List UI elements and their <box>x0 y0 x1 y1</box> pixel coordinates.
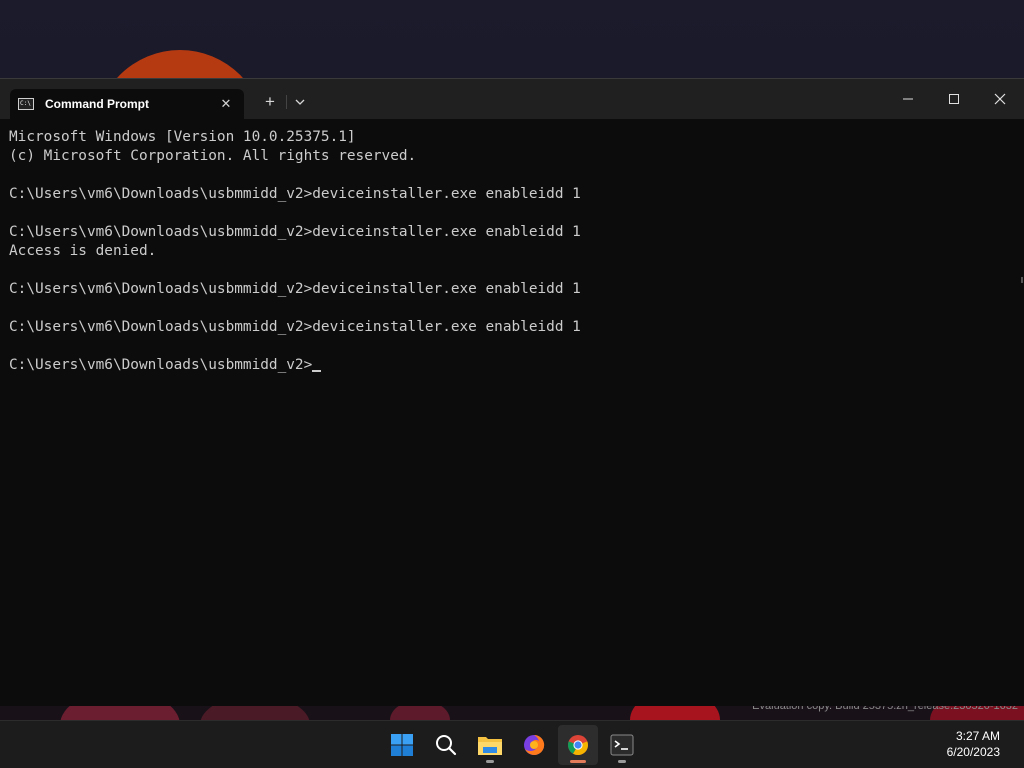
console-line: Access is denied. <box>9 243 157 259</box>
taskbar: 3:27 AM 6/20/2023 <box>0 720 1024 768</box>
search-icon <box>436 735 457 756</box>
terminal-window[interactable]: C:\ Command Prompt ✕ + Microsoft Windows… <box>0 78 1024 706</box>
tab-close-icon[interactable]: ✕ <box>216 96 236 112</box>
console-prompt: C:\Users\vm6\Downloads\usbmmidd_v2> <box>9 357 313 373</box>
terminal-button[interactable] <box>602 725 642 765</box>
running-indicator <box>486 760 494 763</box>
clock-date: 6/20/2023 <box>946 745 1000 759</box>
maximize-button[interactable] <box>931 79 977 119</box>
console-line: Microsoft Windows [Version 10.0.25375.1] <box>9 129 356 145</box>
title-bar[interactable]: C:\ Command Prompt ✕ + <box>0 79 1024 119</box>
active-indicator <box>570 760 586 763</box>
new-tab-button[interactable]: + <box>258 91 282 113</box>
running-indicator <box>618 760 626 763</box>
start-button[interactable] <box>382 725 422 765</box>
firefox-icon <box>524 734 545 755</box>
system-clock[interactable]: 3:27 AM 6/20/2023 <box>947 728 1000 760</box>
clock-time: 3:27 AM <box>955 729 1000 743</box>
tab-title: Command Prompt <box>45 97 150 111</box>
scrollbar[interactable] <box>1021 277 1023 283</box>
firefox-button[interactable] <box>514 725 554 765</box>
console-line: C:\Users\vm6\Downloads\usbmmidd_v2>devic… <box>9 224 581 240</box>
console-line: C:\Users\vm6\Downloads\usbmmidd_v2>devic… <box>9 186 581 202</box>
console-prompt-line[interactable]: C:\Users\vm6\Downloads\usbmmidd_v2> <box>9 356 1014 375</box>
chrome-button[interactable] <box>558 725 598 765</box>
console-line: C:\Users\vm6\Downloads\usbmmidd_v2>devic… <box>9 319 581 335</box>
start-icon <box>391 734 413 756</box>
text-cursor <box>312 370 322 372</box>
search-button[interactable] <box>426 725 466 765</box>
chevron-down-icon <box>295 99 305 105</box>
minimize-button[interactable] <box>885 79 931 119</box>
tab-command-prompt[interactable]: C:\ Command Prompt ✕ <box>10 89 244 119</box>
close-button[interactable] <box>977 79 1023 119</box>
chrome-icon <box>568 735 588 756</box>
file-explorer-button[interactable] <box>470 725 510 765</box>
terminal-icon <box>610 734 634 756</box>
close-icon <box>994 93 1006 105</box>
tab-dropdown-button[interactable] <box>290 91 310 113</box>
maximize-icon <box>949 94 959 104</box>
tab-separator <box>286 95 287 109</box>
console-line: C:\Users\vm6\Downloads\usbmmidd_v2>devic… <box>9 281 581 297</box>
file-explorer-icon <box>478 737 502 755</box>
minimize-icon <box>903 98 913 100</box>
cmd-icon: C:\ <box>18 98 34 110</box>
console-line: (c) Microsoft Corporation. All rights re… <box>9 148 417 164</box>
console-output[interactable]: Microsoft Windows [Version 10.0.25375.1]… <box>9 128 1014 698</box>
